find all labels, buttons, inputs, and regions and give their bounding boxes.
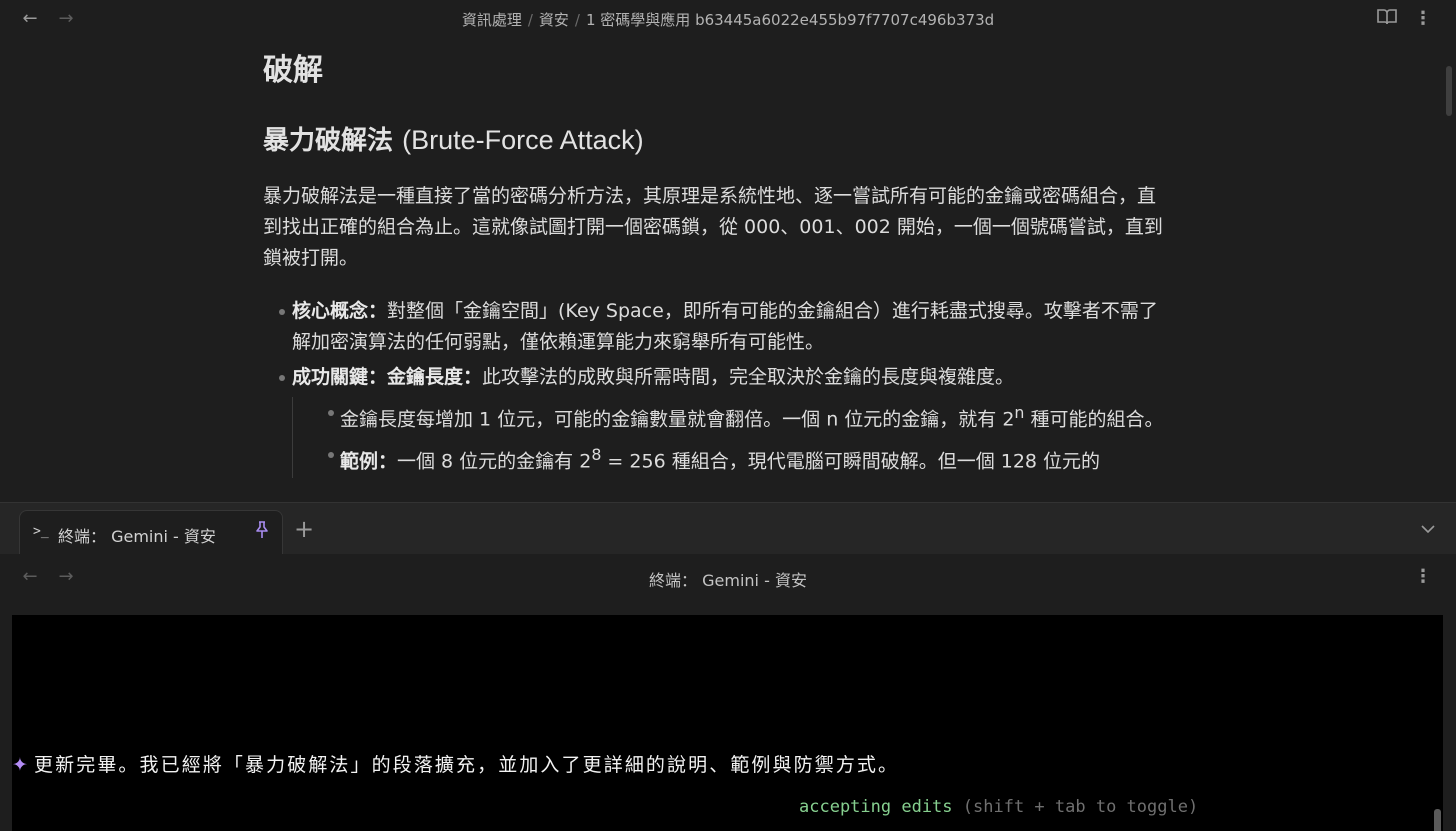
chevron-down-icon[interactable] xyxy=(1420,519,1436,538)
breadcrumb-item[interactable]: 資安 xyxy=(539,11,569,29)
list-item-text: = 256 種組合，現代電腦可瞬間破解。但一個 128 位元的 xyxy=(601,450,1101,473)
status-hint: (shift + tab to toggle) xyxy=(962,797,1199,817)
list-item-text: 金鑰長度每增加 1 位元，可能的金鑰數量就會翻倍。一個 n 位元的金鑰，就有 2 xyxy=(340,408,1015,431)
more-options-icon[interactable]: ⋮ xyxy=(1412,566,1434,588)
terminal-message: ✦ 更新完畢。我已經將「暴力破解法」的段落擴充，並加入了更詳細的說明、範例與防禦方… xyxy=(12,750,899,777)
terminal-output[interactable]: ✦ 更新完畢。我已經將「暴力破解法」的段落擴充，並加入了更詳細的說明、範例與防禦方… xyxy=(12,615,1443,831)
heading-brute-force-zh: 暴力破解法 xyxy=(263,126,394,156)
more-options-icon[interactable]: ⋮ xyxy=(1412,8,1434,30)
terminal-scrollbar[interactable] xyxy=(1434,809,1441,831)
pin-icon[interactable] xyxy=(254,521,270,544)
list-item-label: 核心概念： xyxy=(292,300,388,322)
bullet-list: 核心概念：對整個「金鑰空間」(Key Space，即所有可能的金鑰組合）進行耗盡… xyxy=(263,296,1183,478)
breadcrumb-item[interactable]: 資訊處理 xyxy=(462,11,522,29)
reading-view-icon[interactable] xyxy=(1376,8,1398,30)
sparkle-icon: ✦ xyxy=(12,754,31,776)
terminal-header: ← → 終端： Gemini - 資安 ⋮ xyxy=(0,554,1456,616)
list-item-text: 此攻擊法的成敗與所需時間，完全取決於金鑰的長度與複雜度。 xyxy=(482,366,1015,388)
list-item-label: 成功關鍵：金鑰長度： xyxy=(292,366,483,388)
breadcrumb: 資訊處理 / 資安/1 密碼學與應用 b63445a6022e455b97f7707… xyxy=(461,11,995,29)
list-item-text: 對整個「金鑰空間」(Key Space，即所有可能的金鑰組合）進行耗盡式搜尋。攻… xyxy=(292,300,1158,353)
heading-crack: 破解 xyxy=(263,53,323,88)
superscript: 8 xyxy=(591,445,602,465)
list-item: 成功關鍵：金鑰長度：此攻擊法的成敗與所需時間，完全取決於金鑰的長度與複雜度。 xyxy=(263,362,1173,393)
list-item-text: 一個 8 位元的金鑰有 2 xyxy=(397,450,592,473)
list-item-label: 範例： xyxy=(340,450,398,473)
list-item: 範例：一個 8 位元的金鑰有 28 = 256 種組合，現代電腦可瞬間破解。但一… xyxy=(293,439,1174,477)
intro-paragraph: 暴力破解法是一種直接了當的密碼分析方法，其原理是系統性地、逐一嘗試所有可能的金鑰… xyxy=(263,185,1163,269)
tab-terminal-gemini[interactable]: >_ 終端： Gemini - 資安 xyxy=(19,510,283,556)
list-item: 核心概念：對整個「金鑰空間」(Key Space，即所有可能的金鑰組合）進行耗盡… xyxy=(263,296,1173,358)
editor-header: ← → 資訊處理 / 資安/1 密碼學與應用 b63445a6022e455b97f… xyxy=(0,0,1456,38)
new-tab-plus-icon[interactable]: + xyxy=(294,517,314,541)
terminal-status: accepting edits (shift + tab to toggle) xyxy=(799,797,1198,817)
list-item: 金鑰長度每增加 1 位元，可能的金鑰數量就會翻倍。一個 n 位元的金鑰，就有 2… xyxy=(293,397,1174,435)
editor-pane: ← → 資訊處理 / 資安/1 密碼學與應用 b63445a6022e455b97f… xyxy=(0,0,1456,502)
breadcrumb-current[interactable]: 1 密碼學與應用 b63445a6022e455b97f7707c496b373… xyxy=(586,11,994,29)
editor-scrollbar[interactable] xyxy=(1446,66,1452,116)
list-item-text: 種可能的組合。 xyxy=(1024,408,1164,431)
tab-strip: >_ 終端： Gemini - 資安 + xyxy=(0,502,1456,556)
heading-brute-force-en: (Brute-Force Attack) xyxy=(402,125,644,155)
heading-brute-force: 暴力破解法 (Brute-Force Attack) xyxy=(263,118,1183,163)
terminal-message-text: 更新完畢。我已經將「暴力破解法」的段落擴充，並加入了更詳細的說明、範例與防禦方式… xyxy=(34,754,900,776)
terminal-title: 終端： Gemini - 資安 xyxy=(649,571,807,590)
nested-list: 金鑰長度每增加 1 位元，可能的金鑰數量就會翻倍。一個 n 位元的金鑰，就有 2… xyxy=(292,397,1183,478)
status-accepting-edits: accepting edits xyxy=(799,797,953,817)
superscript: n xyxy=(1014,403,1025,422)
document-content: 破解 暴力破解法 (Brute-Force Attack) 暴力破解法是一種直接… xyxy=(263,48,1183,482)
tab-title: 終端： Gemini - 資安 xyxy=(58,527,216,546)
terminal-icon: >_ xyxy=(33,524,49,539)
